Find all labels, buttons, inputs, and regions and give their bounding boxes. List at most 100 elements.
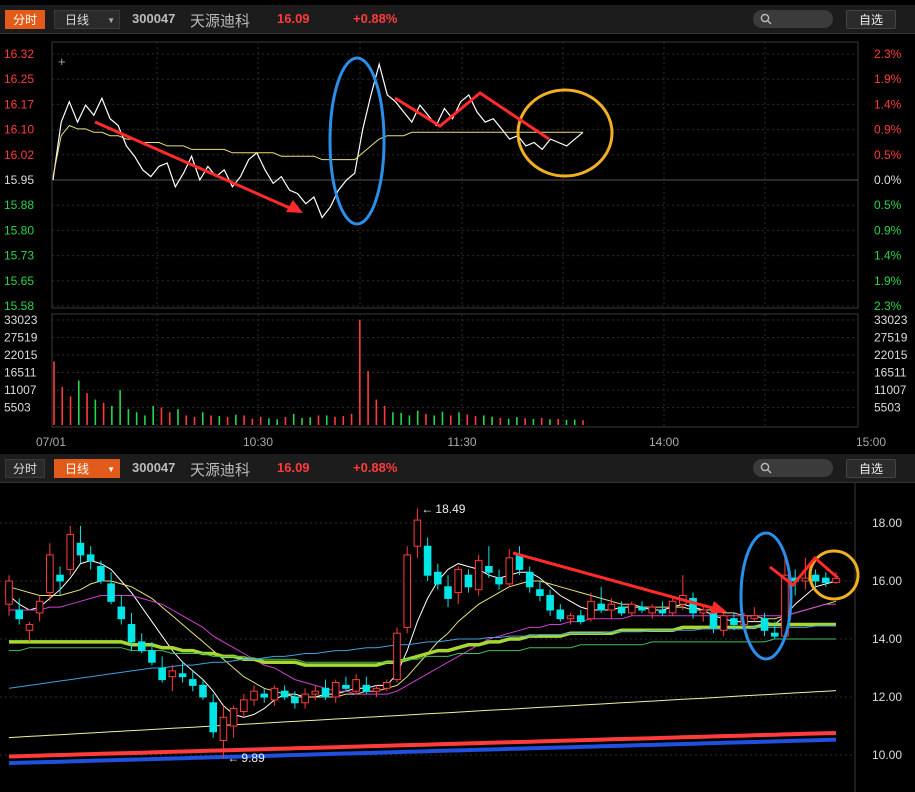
- moving-average-line: [8, 690, 837, 739]
- candle-body: [474, 560, 483, 591]
- moving-average-line: [9, 622, 836, 667]
- candle-body: [699, 609, 708, 614]
- tab-intraday[interactable]: 分时: [5, 459, 45, 478]
- candle-body: [556, 609, 565, 620]
- candle-body: [219, 716, 228, 741]
- candle-body: [464, 574, 473, 588]
- candle-body: [587, 600, 595, 620]
- candle-body: [434, 571, 442, 585]
- candle-body: [821, 577, 830, 583]
- search-box[interactable]: [753, 459, 833, 477]
- blue-ellipse-annotation: [328, 56, 386, 226]
- candle-body: [86, 554, 95, 562]
- candle-body: [546, 595, 554, 611]
- candle-body: [229, 708, 238, 727]
- volume-tick-label: 27519: [4, 331, 38, 345]
- price-tick-label: 15.65: [4, 274, 34, 288]
- intraday-toolbar: 分时 日线 ▼ 300047 天源迪科 16.09 +0.88% 自选: [0, 5, 915, 34]
- candle-body: [352, 679, 360, 692]
- percent-tick-label: 0.5%: [874, 148, 902, 162]
- volume-tick-label-right: 22015: [874, 348, 908, 362]
- yellow-circle-annotation: [808, 549, 860, 601]
- candle-body: [46, 554, 54, 594]
- candle-body: [658, 609, 667, 614]
- candle-body: [607, 603, 616, 611]
- volume-tick-label-right: 16511: [874, 366, 907, 380]
- stock-price: 16.09: [277, 11, 310, 26]
- stock-change: +0.88%: [353, 460, 398, 475]
- stock-price: 16.09: [277, 460, 310, 475]
- candle-body: [280, 690, 289, 698]
- volume-tick-label: 11007: [4, 383, 37, 397]
- candle-body: [576, 615, 585, 623]
- moving-average-line: [8, 731, 837, 759]
- candle-body: [495, 577, 503, 585]
- candle-body: [158, 667, 166, 681]
- volume-tick-label: 16511: [4, 366, 37, 380]
- daily-price-tick-label: 18.00: [872, 516, 902, 530]
- candle-body: [597, 603, 605, 611]
- candle-body: [15, 609, 24, 620]
- tab-daily-label: 日线: [65, 462, 90, 476]
- daily-price-tick-label: 12.00: [872, 690, 902, 704]
- moving-average-line: [8, 560, 837, 718]
- price-tick-label: 16.17: [4, 97, 34, 111]
- average-price-line: [52, 124, 583, 177]
- price-tick-label: 16.32: [4, 47, 34, 61]
- candle-body: [740, 615, 748, 625]
- candle-body: [5, 580, 13, 605]
- percent-tick-label: 1.4%: [874, 249, 902, 263]
- candle-body: [321, 687, 330, 698]
- candle-body: [444, 586, 452, 599]
- moving-average-line: [8, 625, 836, 689]
- yellow-circle-annotation: [516, 88, 614, 178]
- high-price-value: 18.49: [435, 502, 465, 516]
- percent-tick-label: 1.4%: [874, 97, 902, 111]
- search-icon: [760, 13, 772, 25]
- charts-canvas: +16.32 2.3% 16.25 1.9% 16.17 1.4% 16.10 0.9% 16.…: [0, 41, 908, 792]
- percent-tick-label: 0.0%: [874, 173, 902, 187]
- candle-body: [331, 682, 340, 698]
- tab-intraday[interactable]: 分时: [5, 10, 45, 29]
- red-arrowhead-icon: [286, 200, 303, 213]
- price-tick-label: 15.95: [4, 173, 34, 187]
- volume-tick-label-right: 27519: [874, 331, 908, 345]
- tab-daily[interactable]: 日线 ▼: [54, 459, 120, 478]
- candle-body: [781, 574, 789, 637]
- time-tick-label: 11:30: [447, 435, 476, 449]
- candle-body: [260, 693, 269, 698]
- candle-body: [566, 615, 575, 620]
- watchlist-button[interactable]: 自选: [846, 459, 896, 478]
- daily-price-tick-label: 14.00: [872, 632, 902, 646]
- candle-body: [188, 679, 197, 686]
- price-tick-label: 16.10: [4, 123, 34, 137]
- candle-body: [209, 702, 217, 733]
- candle-body: [811, 574, 820, 582]
- search-box[interactable]: [753, 10, 833, 28]
- crosshair-icon: +: [58, 54, 66, 69]
- high-price-label: ←: [421, 502, 433, 516]
- candle-body: [832, 577, 840, 583]
- low-price-value: 9.89: [241, 751, 265, 765]
- watchlist-button[interactable]: 自选: [846, 10, 896, 29]
- price-tick-label: 15.80: [4, 223, 34, 237]
- candle-body: [750, 615, 759, 620]
- candle-body: [291, 696, 299, 704]
- red-arrowhead-icon: [710, 601, 727, 614]
- candle-body: [168, 670, 177, 678]
- candle-body: [668, 600, 677, 614]
- candle-body: [617, 606, 626, 614]
- candle-body: [505, 557, 514, 585]
- candle-body: [760, 618, 769, 631]
- volume-tick-label-right: 5503: [874, 401, 901, 415]
- volume-tick-label: 33023: [4, 313, 38, 327]
- candle-body: [362, 684, 371, 692]
- candle-body: [791, 577, 799, 582]
- candle-body: [137, 641, 146, 652]
- price-tick-label: 16.25: [4, 72, 34, 86]
- percent-tick-label: 2.3%: [874, 47, 902, 61]
- percent-tick-label: 0.9%: [874, 223, 902, 237]
- candle-body: [454, 568, 463, 594]
- tab-daily[interactable]: 日线 ▼: [54, 10, 120, 29]
- price-tick-label: 15.73: [4, 249, 34, 263]
